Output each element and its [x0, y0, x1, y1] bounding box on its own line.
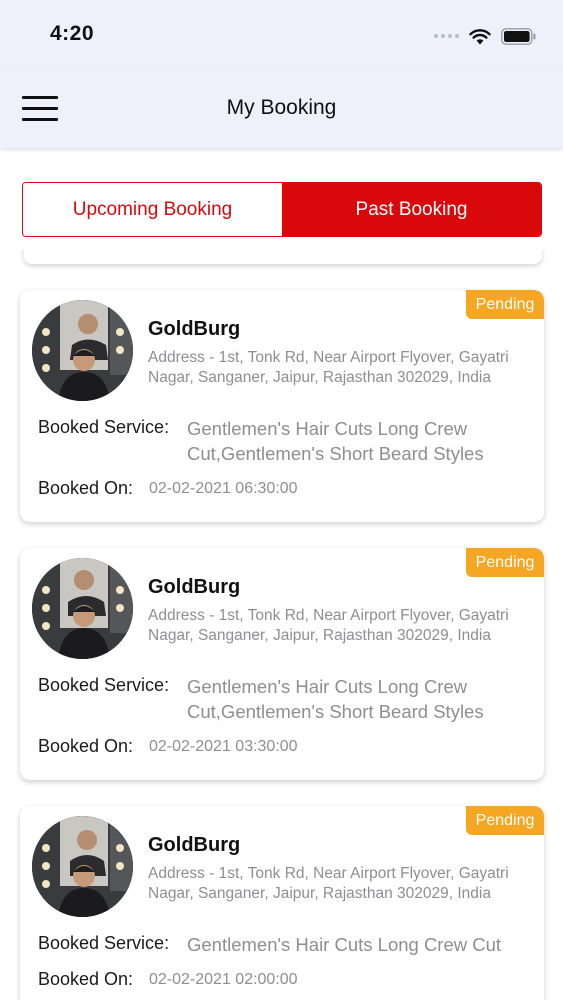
tab-past-booking[interactable]: Past Booking — [282, 183, 541, 236]
service-value: Gentlemen's Hair Cuts Long Crew Cut — [187, 934, 502, 955]
shop-avatar — [32, 300, 133, 401]
booked-on-value: 02-02-2021 06:30:00 — [149, 480, 298, 497]
shop-address: Address - 1st, Tonk Rd, Near Airport Fly… — [148, 349, 509, 386]
booked-on-value: 02-02-2021 03:30:00 — [149, 738, 298, 755]
nav-bar: My Booking — [0, 72, 563, 148]
page-title: My Booking — [226, 96, 337, 119]
shop-avatar — [32, 558, 133, 659]
booking-card[interactable]: Pending GoldBurg Address - 1st, Tonk Rd,… — [20, 290, 544, 522]
signal-icon — [434, 34, 459, 38]
status-icons — [434, 26, 537, 46]
booked-on-value: 02-02-2021 02:00:00 — [149, 971, 298, 988]
service-label: Booked Service: — [38, 675, 170, 695]
battery-icon — [501, 27, 536, 45]
service-value: Gentlemen's Hair Cuts Long Crew Cut,Gent… — [187, 676, 484, 722]
wifi-icon — [469, 28, 491, 44]
booking-card[interactable]: Pending GoldBurg Address - 1st, Tonk Rd,… — [20, 806, 544, 1000]
status-badge: Pending — [466, 548, 544, 577]
status-badge: Pending — [466, 806, 544, 835]
tab-upcoming-booking[interactable]: Upcoming Booking — [23, 183, 282, 236]
booking-tabs: Upcoming Booking Past Booking — [22, 182, 542, 237]
status-time: 4:20 — [50, 22, 95, 45]
status-badge: Pending — [466, 290, 544, 319]
shop-name: GoldBurg — [148, 834, 241, 856]
service-label: Booked Service: — [38, 933, 170, 953]
booked-on-label: Booked On: — [38, 478, 134, 498]
status-bar: 4:20 — [0, 0, 563, 72]
shop-name: GoldBurg — [148, 318, 241, 340]
service-value: Gentlemen's Hair Cuts Long Crew Cut,Gent… — [187, 418, 484, 464]
shop-name: GoldBurg — [148, 576, 241, 598]
shop-address: Address - 1st, Tonk Rd, Near Airport Fly… — [148, 865, 509, 902]
service-label: Booked Service: — [38, 417, 170, 437]
shop-address: Address - 1st, Tonk Rd, Near Airport Fly… — [148, 607, 509, 644]
booking-list[interactable]: Pending GoldBurg Address - 1st, Tonk Rd,… — [0, 250, 563, 1000]
booking-card-partial[interactable] — [24, 250, 542, 264]
booked-on-label: Booked On: — [38, 736, 134, 756]
booking-card[interactable]: Pending GoldBurg Address - 1st, Tonk Rd,… — [20, 548, 544, 780]
booked-on-label: Booked On: — [38, 969, 134, 989]
shop-avatar — [32, 816, 133, 917]
